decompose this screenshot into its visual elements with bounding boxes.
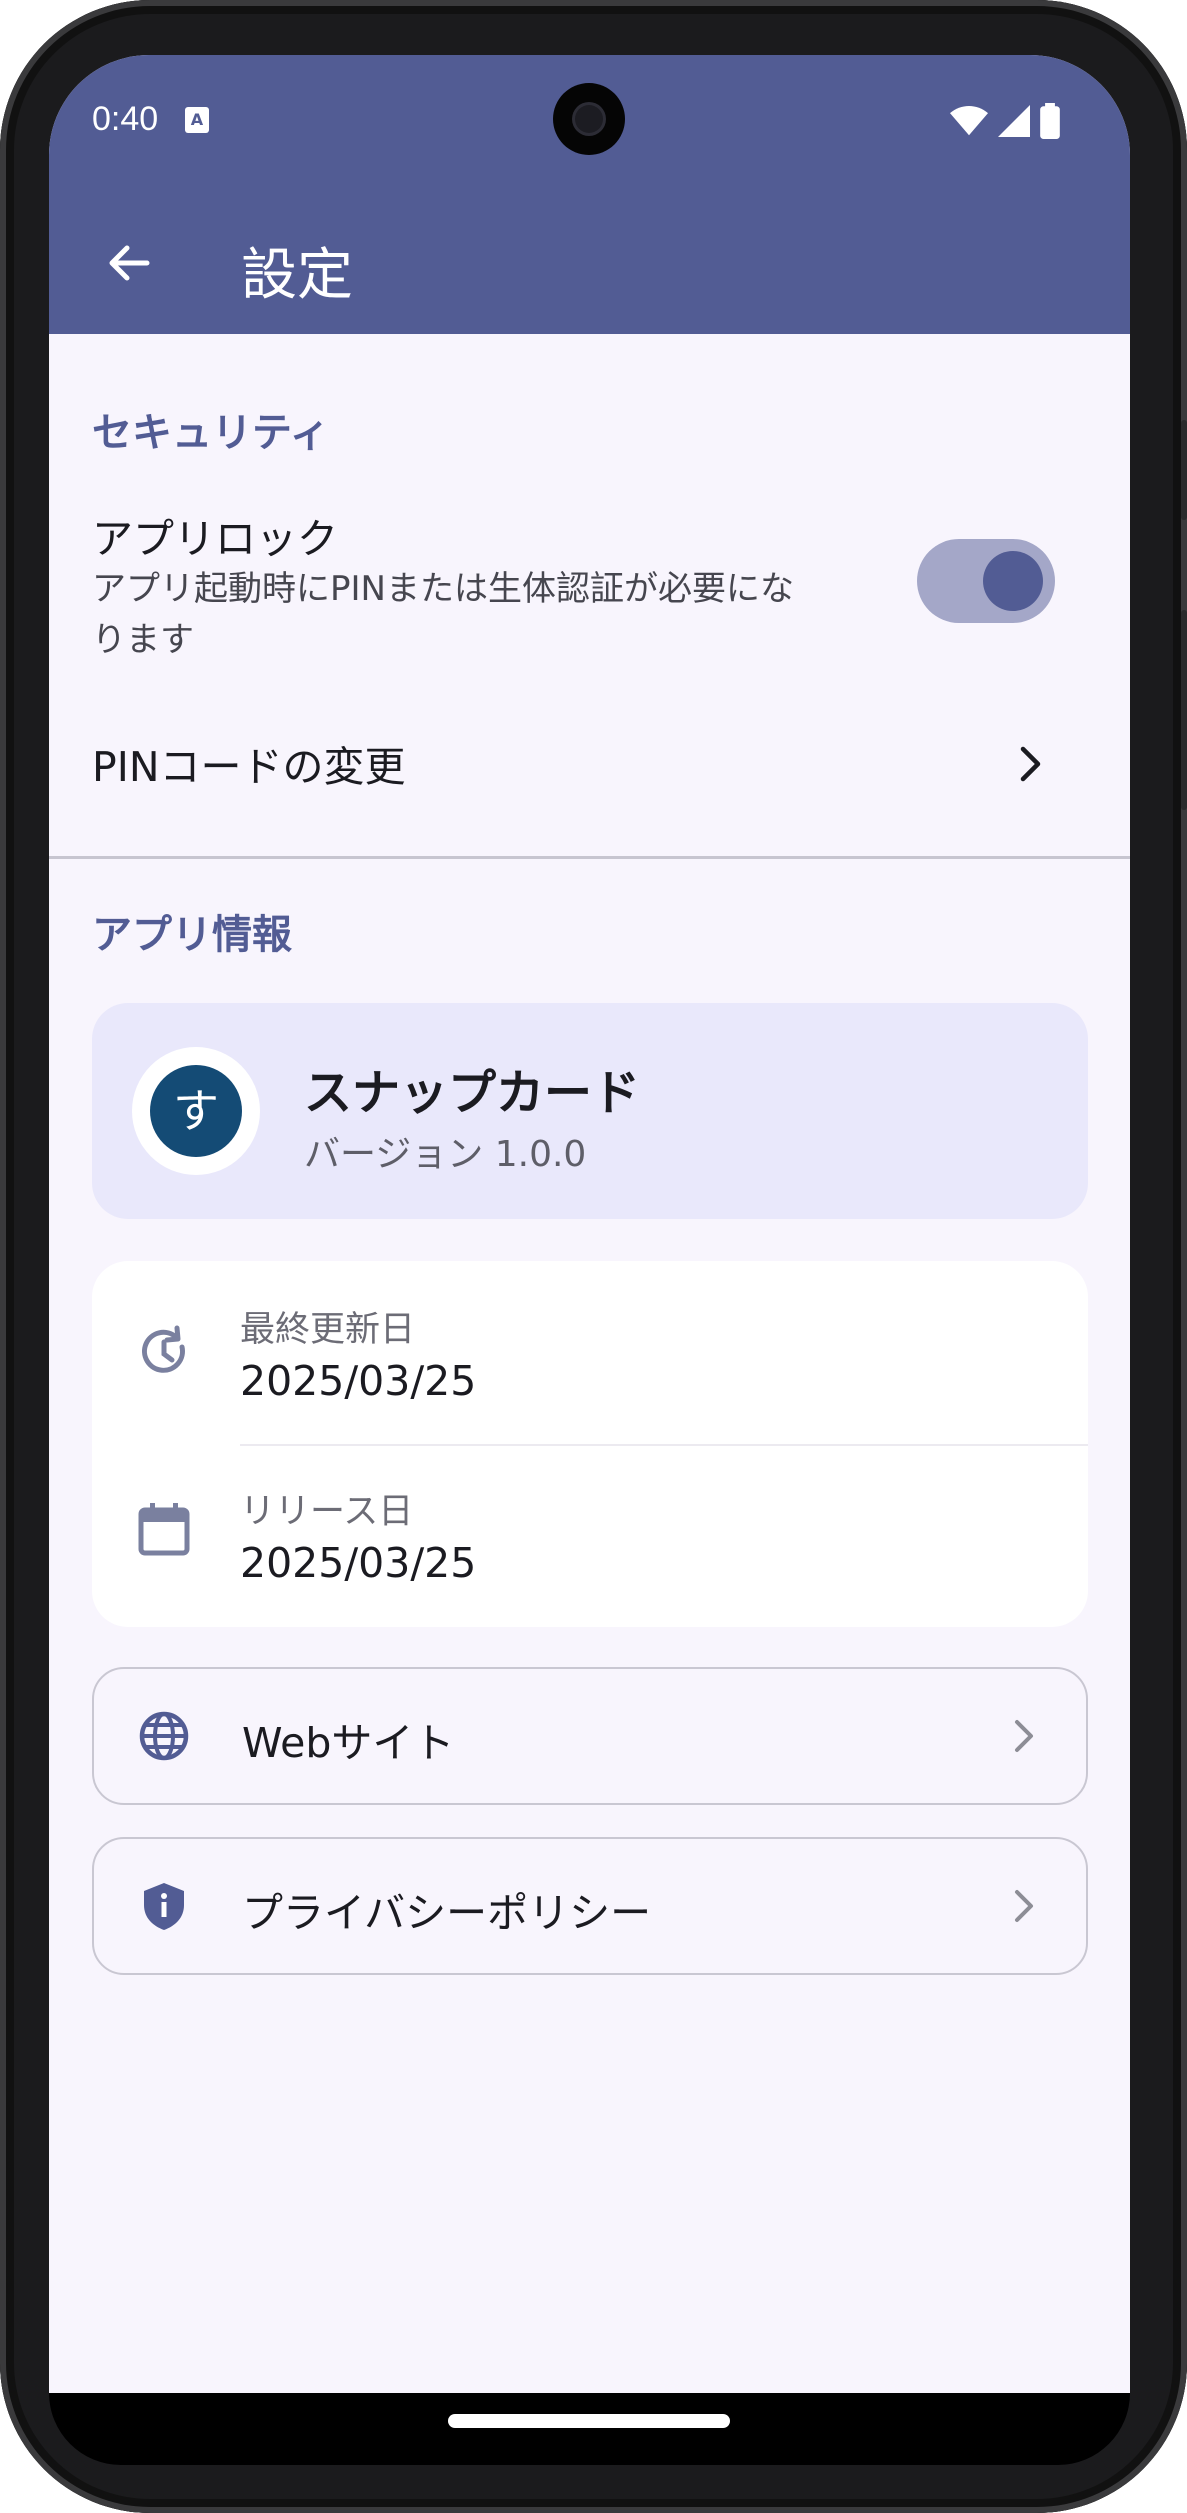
app-lock-title: アプリロック: [92, 515, 338, 563]
app-lock-description: アプリ起動時にPINまたは生体認証が必要にな ります: [92, 564, 892, 666]
back-button[interactable]: [89, 223, 169, 303]
app-lock-description-line2: ります: [92, 620, 194, 660]
battery-icon: [1040, 103, 1060, 139]
chevron-right-icon: [1015, 1890, 1033, 1922]
release-label: リリース日: [240, 1492, 414, 1532]
status-icons: [950, 103, 1060, 139]
volume-button: [1181, 610, 1187, 810]
power-button: [1181, 420, 1187, 520]
app-logo-ring: す: [132, 1047, 260, 1175]
last-updated-label: 最終更新日: [240, 1310, 416, 1350]
website-label: Webサイト: [242, 1719, 455, 1767]
app-logo: す: [150, 1065, 242, 1157]
section-header-app-info: アプリ情報: [92, 912, 292, 958]
privacy-policy-label: プライバシーポリシー: [242, 1889, 652, 1937]
globe-icon: [139, 1711, 189, 1761]
notification-icon-letter: A: [190, 110, 204, 129]
app-info-card: す スナップカード バージョン 1.0.0: [92, 1003, 1088, 1219]
app-bar: 0:40 A 設定: [49, 55, 1130, 334]
arrow-back-icon: [109, 245, 150, 281]
chevron-right-icon: [1020, 746, 1041, 782]
website-link[interactable]: Webサイト: [92, 1667, 1088, 1805]
app-version: バージョン 1.0.0: [304, 1134, 587, 1175]
signal-icon: [998, 105, 1030, 137]
home-indicator[interactable]: [448, 2414, 730, 2428]
wifi-icon: [950, 105, 988, 136]
screen: 0:40 A 設定 セキュリティ アプリロック アプリ起動時にPINまたは生体認…: [49, 55, 1130, 2393]
toggle-knob: [983, 551, 1043, 611]
notification-icon: A: [185, 107, 209, 133]
section-header-security: セキュリティ: [92, 410, 330, 456]
chevron-right-icon: [1015, 1720, 1033, 1752]
section-divider: [49, 856, 1130, 859]
app-lock-toggle[interactable]: [917, 539, 1055, 623]
camera-cutout: [553, 83, 625, 155]
calendar-icon: [138, 1503, 190, 1556]
card-divider: [240, 1444, 1088, 1446]
page-title: 設定: [241, 243, 353, 308]
dates-card: 最終更新日 2025/03/25 リリース日 2025/03/25: [92, 1261, 1088, 1627]
status-time: 0:40: [92, 100, 159, 138]
app-name: スナップカード: [304, 1065, 641, 1121]
update-history-icon: [142, 1325, 185, 1373]
last-updated-value: 2025/03/25: [240, 1357, 477, 1405]
navigation-bar: [49, 2393, 1130, 2465]
app-lock-description-line1: アプリ起動時にPINまたは生体認証が必要にな: [92, 569, 794, 609]
privacy-policy-link[interactable]: プライバシーポリシー: [92, 1837, 1088, 1975]
change-pin-label: PINコードの変更: [92, 743, 406, 791]
release-value: 2025/03/25: [240, 1539, 477, 1587]
shield-icon: [144, 1883, 184, 1930]
